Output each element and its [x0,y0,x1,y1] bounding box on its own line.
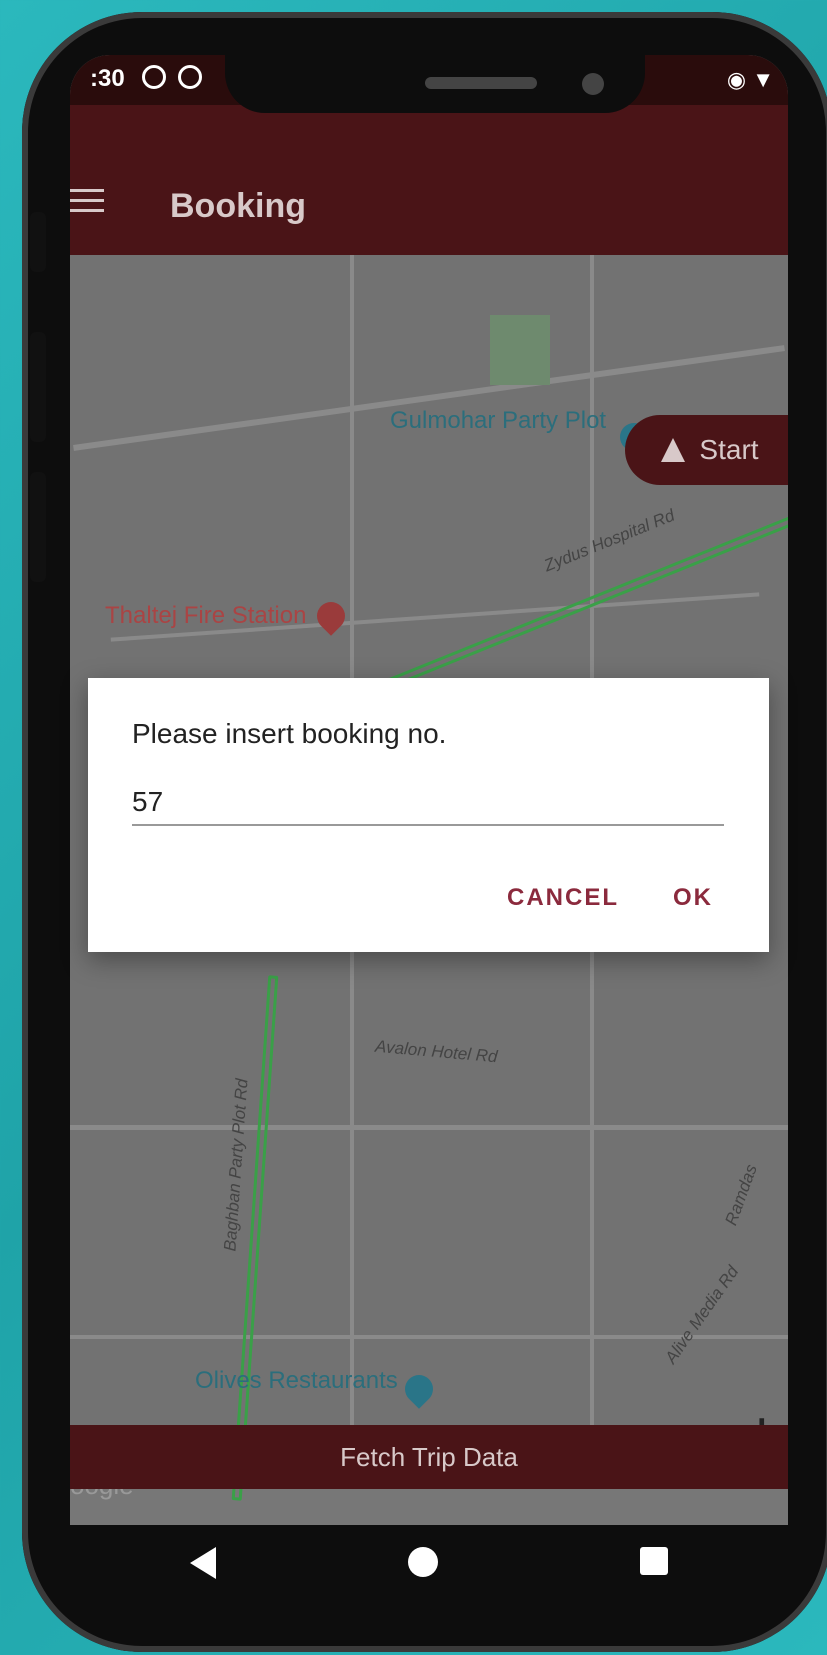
dialog-title: Please insert booking no. [132,718,447,749]
start-navigation-button[interactable]: Start [625,415,788,485]
side-button [30,212,46,272]
dialog-actions: CANCEL OK [507,884,713,912]
booking-number-input[interactable] [132,780,724,826]
speaker [425,77,537,89]
map-label-alive-media: Alive Media Rd [661,1262,743,1367]
ok-button[interactable]: OK [673,884,713,912]
cancel-button[interactable]: CANCEL [507,884,619,912]
front-camera [582,73,604,95]
map-label-thaltej: Thaltej Fire Station [105,602,307,629]
location-pin-icon[interactable] [399,1369,439,1409]
back-icon[interactable] [190,1547,216,1579]
signal-icon: ◉ ▼ [726,67,774,92]
home-icon[interactable] [408,1547,438,1577]
fetch-trip-data-button[interactable]: Fetch Trip Data [70,1425,788,1489]
booking-dialog: Please insert booking no. CANCEL OK [88,678,769,952]
recent-apps-icon[interactable] [640,1547,668,1575]
map-label-avalon: Avalon Hotel Rd [374,1036,499,1067]
volume-up-button [30,332,46,442]
system-nav-bar [70,1525,788,1615]
sync-icon [142,65,166,89]
map-label-olives: Olives Restaurants [195,1367,398,1394]
map-label-baghban: Baghban Party Plot Rd [220,1078,252,1252]
hamburger-menu-icon[interactable] [70,189,108,215]
start-label: Start [699,434,759,465]
map-label-ramdas: Ramdas [721,1161,761,1228]
navigation-arrow-icon [661,438,686,462]
volume-down-button [30,472,46,582]
page-title: Booking [170,187,306,225]
notch [225,55,645,113]
status-time: :30 [90,65,125,92]
map-label-gulmohar: Gulmohar Party Plot [390,407,607,434]
app-bar: Booking [70,105,788,255]
location-pin-icon[interactable] [311,596,351,636]
map-label-zydus: Zydus Hospital Rd [541,505,678,576]
chrome-icon [178,65,202,89]
